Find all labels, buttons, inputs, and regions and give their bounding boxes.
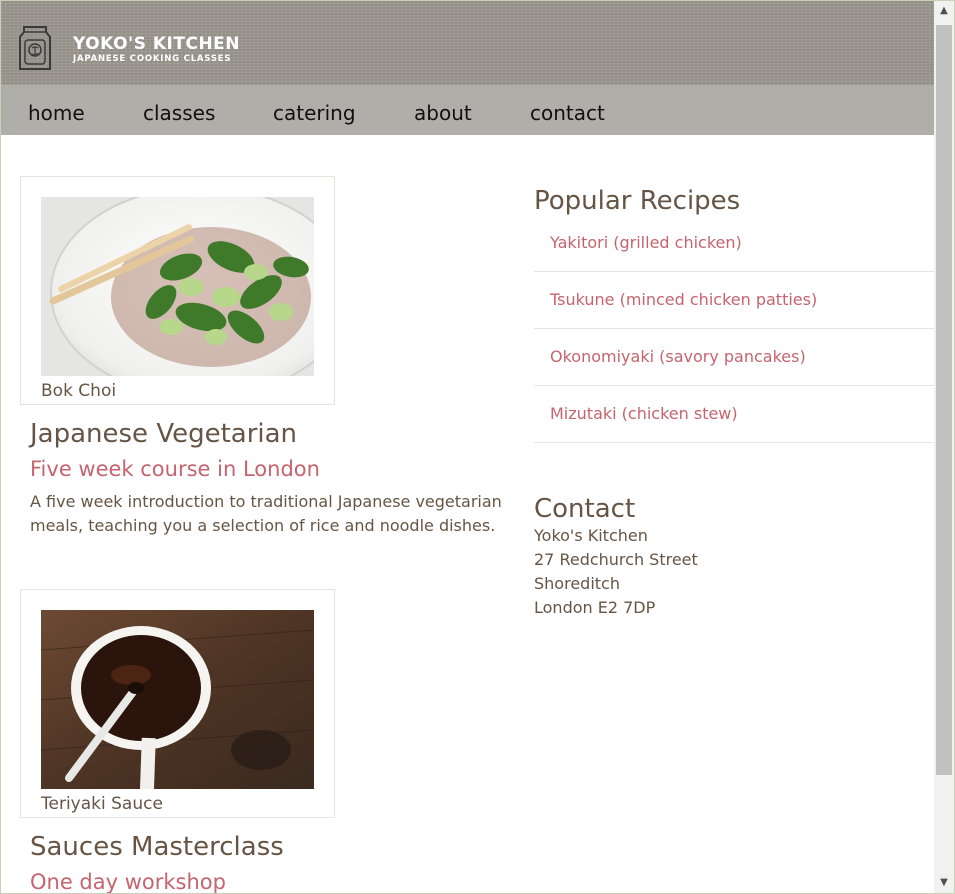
article-subtitle: Five week course in London [30,457,320,481]
list-item: Okonomiyaki (savory pancakes) [534,329,934,386]
nav-item-about[interactable]: about [414,101,472,125]
browser-frame: YOKO'S KITCHEN JAPANESE COOKING CLASSES … [0,0,955,894]
scrollbar-thumb[interactable] [936,25,952,775]
list-item: Yakitori (grilled chicken) [534,215,934,272]
jar-logo-icon[interactable] [16,23,54,73]
main-nav: home classes catering about contact [1,85,934,135]
contact-heading: Contact [534,494,636,524]
recipe-link[interactable]: Tsukune (minced chicken patties) [550,290,817,309]
article-title: Sauces Masterclass [30,832,284,862]
teriyaki-sauce-photo [41,610,314,789]
nav-item-home[interactable]: home [28,101,85,125]
list-item: Mizutaki (chicken stew) [534,386,934,443]
site-title[interactable]: YOKO'S KITCHEN [73,34,240,54]
article-title: Japanese Vegetarian [30,419,298,449]
figure-caption: Teriyaki Sauce [41,794,163,814]
article-description: A five week introduction to traditional … [30,492,502,535]
recipe-link[interactable]: Okonomiyaki (savory pancakes) [550,347,806,366]
site-header: YOKO'S KITCHEN JAPANESE COOKING CLASSES [1,1,934,85]
vertical-scrollbar[interactable]: ▲ ▼ [934,1,954,893]
list-item: Tsukune (minced chicken patties) [534,272,934,329]
figure-caption: Bok Choi [41,381,117,401]
popular-recipes-heading: Popular Recipes [534,186,741,216]
article-figure: Teriyaki Sauce [20,589,335,818]
contact-name: Yoko's Kitchen [534,526,648,545]
recipe-link[interactable]: Mizutaki (chicken stew) [550,404,738,423]
contact-postcode: London E2 7DP [534,598,656,617]
recipe-link[interactable]: Yakitori (grilled chicken) [550,233,742,252]
scroll-down-arrow-icon[interactable]: ▼ [934,873,954,893]
scroll-up-arrow-icon[interactable]: ▲ [934,1,954,21]
nav-item-classes[interactable]: classes [143,101,215,125]
page-viewport: YOKO'S KITCHEN JAPANESE COOKING CLASSES … [1,1,934,893]
contact-street: 27 Redchurch Street [534,550,698,569]
nav-item-contact[interactable]: contact [530,101,605,125]
bok-choi-photo [41,197,314,376]
popular-recipes-list: Yakitori (grilled chicken) Tsukune (minc… [534,215,934,443]
article-subtitle: One day workshop [30,870,226,893]
site-tagline: JAPANESE COOKING CLASSES [73,54,232,64]
contact-area: Shoreditch [534,574,620,593]
nav-item-catering[interactable]: catering [273,101,356,125]
article-figure: Bok Choi [20,176,335,405]
